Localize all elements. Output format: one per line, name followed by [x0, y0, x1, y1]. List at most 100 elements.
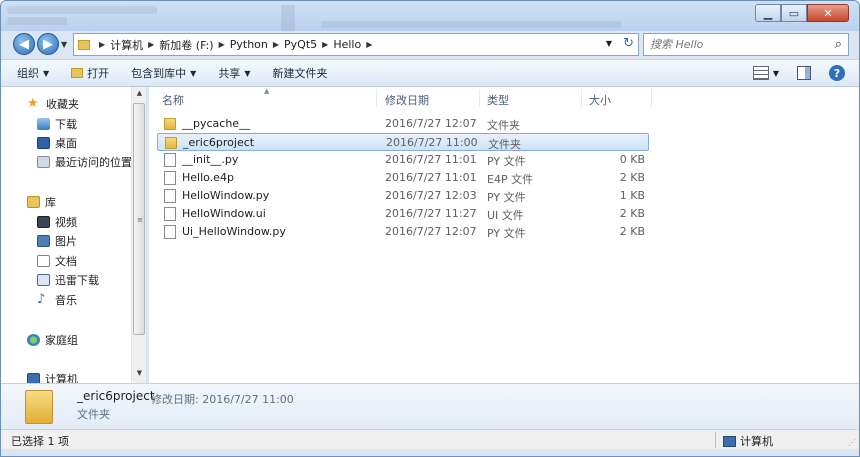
- table-row[interactable]: HelloWindow.ui 2016/7/27 11:27 UI 文件 2 K…: [157, 205, 649, 223]
- search-icon[interactable]: ⌕: [835, 37, 842, 52]
- title-bar-reflection: [7, 17, 67, 25]
- breadcrumb-separator-icon[interactable]: ▶: [366, 40, 372, 49]
- sidebar-item-computer[interactable]: 计算机: [27, 370, 78, 383]
- search-box[interactable]: ⌕: [643, 33, 849, 56]
- table-row[interactable]: Ui_HelloWindow.py 2016/7/27 12:07 PY 文件 …: [157, 223, 649, 241]
- column-divider[interactable]: [651, 89, 652, 107]
- change-view-icon[interactable]: [752, 66, 769, 80]
- breadcrumb-computer[interactable]: 计算机: [110, 37, 143, 53]
- forward-button[interactable]: ▶: [37, 33, 59, 55]
- help-icon[interactable]: ?: [829, 65, 845, 81]
- breadcrumb-pyqt5[interactable]: PyQt5: [284, 38, 317, 51]
- explorer-window: ▁ ▭ ✕ ◀ ▶ ▼ ▶ 计算机 ▶ 新加卷 (F:) ▶ Python ▶ …: [0, 0, 860, 457]
- table-row[interactable]: __pycache__ 2016/7/27 12:07 文件夹: [157, 115, 649, 133]
- sidebar-item-label: 计算机: [45, 373, 78, 383]
- sidebar-item-downloads[interactable]: 下载: [37, 115, 77, 133]
- title-bar[interactable]: ▁ ▭ ✕: [1, 1, 859, 31]
- sidebar-item-label: 视频: [55, 216, 77, 229]
- back-button[interactable]: ◀: [13, 33, 35, 55]
- preview-pane-icon[interactable]: [797, 66, 811, 80]
- new-folder-button[interactable]: 新建文件夹: [272, 65, 327, 81]
- chevron-down-icon: ▼: [190, 68, 197, 78]
- file-size: 1 KB: [619, 189, 645, 202]
- sidebar-item-videos[interactable]: 视频: [37, 213, 77, 231]
- address-history-dropdown-icon[interactable]: ▼: [606, 39, 612, 48]
- share-button[interactable]: 共享 ▼: [218, 65, 250, 81]
- table-row[interactable]: HelloWindow.py 2016/7/27 12:03 PY 文件 1 K…: [157, 187, 649, 205]
- details-modified: 修改日期: 2016/7/27 11:00: [151, 393, 294, 406]
- file-type: 文件夹: [488, 138, 521, 151]
- navigation-pane-scrollbar[interactable]: ▲ ≡ ▼: [131, 87, 146, 383]
- file-type: PY 文件: [487, 191, 526, 204]
- recent-pages-dropdown-icon[interactable]: ▼: [61, 40, 67, 49]
- column-header-name[interactable]: 名称: [162, 92, 184, 108]
- status-bar: 已选择 1 项 计算机 ⋰: [1, 429, 859, 449]
- computer-icon: [723, 435, 736, 447]
- open-button[interactable]: 打开: [71, 65, 109, 81]
- homegroup-icon: [27, 334, 40, 346]
- chevron-down-icon: ▼: [43, 68, 50, 78]
- column-divider[interactable]: [376, 89, 377, 107]
- arrow-left-icon: ◀: [19, 36, 29, 52]
- breadcrumb-separator-icon[interactable]: ▶: [219, 40, 225, 49]
- scroll-down-arrow-icon[interactable]: ▼: [132, 369, 146, 381]
- breadcrumb-separator-icon[interactable]: ▶: [273, 40, 279, 49]
- refresh-icon[interactable]: ↻: [623, 36, 634, 51]
- folder-icon: [78, 39, 90, 50]
- address-bar[interactable]: ▶ 计算机 ▶ 新加卷 (F:) ▶ Python ▶ PyQt5 ▶ Hell…: [73, 33, 639, 56]
- close-button[interactable]: ✕: [807, 4, 849, 22]
- maximize-button[interactable]: ▭: [781, 4, 807, 22]
- file-name: __pycache__: [182, 117, 251, 130]
- title-bar-reflection: [321, 21, 621, 28]
- breadcrumb-separator-icon[interactable]: ▶: [99, 40, 105, 49]
- chevron-down-icon[interactable]: ▼: [773, 69, 779, 78]
- search-input[interactable]: [650, 38, 820, 51]
- resize-grip-icon[interactable]: ⋰: [848, 438, 856, 447]
- column-divider[interactable]: [479, 89, 480, 107]
- file-modified: 2016/7/27 11:00: [386, 136, 478, 149]
- sidebar-item-label: 库: [45, 196, 56, 209]
- table-row[interactable]: Hello.e4p 2016/7/27 11:01 E4P 文件 2 KB: [157, 169, 649, 187]
- sidebar-item-documents[interactable]: 文档: [37, 252, 77, 270]
- column-divider[interactable]: [581, 89, 582, 107]
- sidebar-item-homegroup[interactable]: 家庭组: [27, 331, 78, 349]
- sidebar-item-recent-places[interactable]: 最近访问的位置: [37, 153, 132, 171]
- recent-places-icon: [37, 156, 50, 168]
- sidebar-item-desktop[interactable]: 桌面: [37, 134, 77, 152]
- scrollbar-thumb[interactable]: ≡: [133, 103, 145, 335]
- breadcrumb-hello[interactable]: Hello: [333, 38, 361, 51]
- breadcrumb-drive-f[interactable]: 新加卷 (F:): [159, 37, 213, 53]
- sidebar-item-xunlei-downloads[interactable]: 迅雷下载: [37, 271, 99, 289]
- sidebar-item-favorites[interactable]: ★ 收藏夹: [27, 95, 79, 113]
- sidebar-item-label: 文档: [55, 255, 77, 268]
- document-icon: [164, 171, 176, 185]
- file-list: ▲ 名称 修改日期 类型 大小 __pycache__ 2016/7/27 12…: [149, 87, 859, 383]
- organize-button[interactable]: 组织 ▼: [17, 65, 49, 81]
- sidebar-item-music[interactable]: ♪ 音乐: [37, 291, 77, 309]
- column-header-modified[interactable]: 修改日期: [385, 92, 429, 108]
- table-row-selected[interactable]: _eric6project 2016/7/27 11:00 文件夹: [157, 133, 649, 151]
- title-bar-reflection: [7, 6, 157, 14]
- sidebar-item-pictures[interactable]: 图片: [37, 232, 77, 250]
- folder-icon: [25, 390, 53, 424]
- include-in-library-button[interactable]: 包含到库中 ▼: [131, 65, 196, 81]
- library-icon: [27, 196, 40, 208]
- breadcrumb-separator-icon[interactable]: ▶: [322, 40, 328, 49]
- column-header-size[interactable]: 大小: [589, 92, 611, 108]
- sidebar-item-libraries[interactable]: 库: [27, 193, 56, 211]
- documents-icon: [37, 255, 50, 267]
- desktop-icon: [37, 137, 50, 149]
- file-modified: 2016/7/27 11:01: [385, 171, 477, 184]
- toolbar-right: ▼ ?: [752, 65, 845, 81]
- share-label: 共享: [218, 67, 241, 80]
- details-item-type: 文件夹: [77, 408, 110, 421]
- column-header-type[interactable]: 类型: [487, 92, 509, 108]
- table-row[interactable]: __init__.py 2016/7/27 11:01 PY 文件 0 KB: [157, 151, 649, 169]
- scroll-up-arrow-icon[interactable]: ▲: [132, 89, 146, 101]
- document-icon: [164, 207, 176, 221]
- breadcrumb-separator-icon[interactable]: ▶: [148, 40, 154, 49]
- breadcrumb-python[interactable]: Python: [230, 38, 268, 51]
- organize-label: 组织: [17, 67, 39, 80]
- computer-icon: [27, 373, 40, 383]
- minimize-button[interactable]: ▁: [755, 4, 781, 22]
